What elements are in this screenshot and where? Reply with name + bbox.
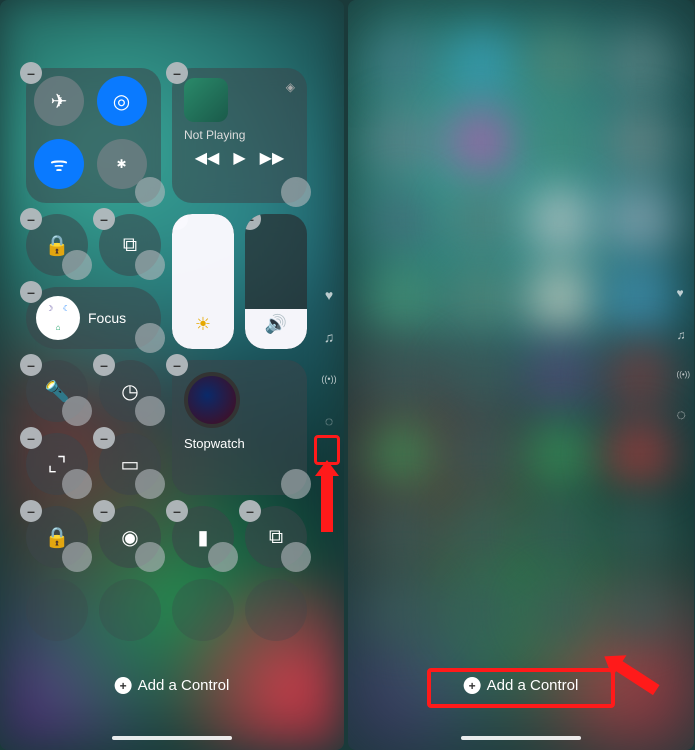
add-control-button[interactable]: + Add a Control (107, 673, 238, 698)
pager-music-icon[interactable]: ♫ (320, 328, 338, 346)
previous-button[interactable]: ◀◀ (195, 148, 220, 168)
remove-badge[interactable]: – (239, 500, 261, 522)
pager-timer-icon[interactable]: ◌ (320, 412, 338, 430)
resize-handle[interactable] (135, 469, 165, 499)
resize-handle[interactable] (281, 177, 311, 207)
now-playing-status: Not Playing (184, 128, 295, 142)
home-indicator[interactable] (112, 736, 232, 740)
resize-handle[interactable] (281, 542, 311, 572)
empty-slot[interactable] (172, 579, 234, 641)
focus-label: Focus (88, 310, 126, 326)
remove-badge[interactable]: – (20, 281, 42, 303)
control-center-grid: – ✈ ◎ ᯤ ✱ – ◈ Not Playing ◀◀ ▶ ▶▶ – 🔒 (26, 68, 318, 641)
remove-badge[interactable]: – (20, 62, 42, 84)
screen-record-control[interactable]: – ◉ (99, 506, 161, 568)
brightness-icon: ☀ (195, 314, 211, 335)
remove-badge[interactable]: – (166, 354, 188, 376)
lock-control[interactable]: – 🔒 (26, 506, 88, 568)
screen-mirroring-icon: ⧉ (123, 234, 137, 257)
pager-timer-icon[interactable]: ◌ (677, 407, 690, 425)
stopwatch-label: Stopwatch (184, 436, 295, 451)
low-power-control[interactable]: – ▭ (99, 433, 161, 495)
resize-handle[interactable] (62, 469, 92, 499)
connectivity-module[interactable]: – ✈ ◎ ᯤ ✱ (26, 68, 161, 203)
page-indicator: ♥ ♫ ((•)) ◌ (320, 286, 338, 430)
remove-badge[interactable]: – (166, 500, 188, 522)
resize-handle[interactable] (62, 542, 92, 572)
resize-handle[interactable] (281, 469, 311, 499)
airplane-mode-toggle[interactable]: ✈ (34, 76, 84, 126)
airdrop-icon: ◎ (113, 89, 130, 114)
album-art-placeholder (184, 78, 228, 122)
next-button[interactable]: ▶▶ (260, 148, 285, 168)
remote-icon: ▮ (197, 525, 208, 550)
remove-badge[interactable]: – (20, 208, 42, 230)
resize-handle[interactable] (135, 323, 165, 353)
brightness-slider[interactable]: – ☀ (172, 214, 234, 349)
timer-icon: ◷ (121, 379, 138, 404)
pager-radio-icon[interactable]: ((•)) (677, 370, 690, 379)
timer-control[interactable]: – ◷ (99, 360, 161, 422)
remove-badge[interactable]: – (20, 500, 42, 522)
rotation-lock-control[interactable]: – 🔒 (26, 214, 88, 276)
media-controls: ◀◀ ▶ ▶▶ (184, 148, 295, 168)
page-indicator: ♥ ♫ ((•)) ◌ (677, 286, 690, 425)
scanner-icon: ⌞⌝ (48, 452, 67, 477)
resize-handle[interactable] (135, 177, 165, 207)
pager-radio-icon[interactable]: ((•)) (320, 370, 338, 388)
airdrop-toggle[interactable]: ◎ (97, 76, 147, 126)
pager-music-icon[interactable]: ♫ (677, 328, 690, 342)
annotation-highlight-add-control (427, 668, 615, 708)
remove-badge[interactable]: – (93, 208, 115, 230)
remove-badge[interactable]: – (93, 427, 115, 449)
resize-handle[interactable] (62, 250, 92, 280)
remove-badge[interactable]: – (93, 500, 115, 522)
focus-control[interactable]: – ☽ ☾ ⌂ Focus (26, 287, 161, 349)
resize-handle[interactable] (208, 542, 238, 572)
focus-icon-cluster: ☽ ☾ ⌂ (36, 296, 80, 340)
mirror-icon: ⧉ (269, 526, 283, 549)
now-playing-module[interactable]: – ◈ Not Playing ◀◀ ▶ ▶▶ (172, 68, 307, 203)
play-button[interactable]: ▶ (233, 148, 245, 168)
resize-handle[interactable] (135, 250, 165, 280)
stopwatch-module[interactable]: – Stopwatch (172, 360, 307, 495)
empty-slot[interactable] (99, 579, 161, 641)
resize-handle[interactable] (135, 542, 165, 572)
bluetooth-icon: ✱ (116, 157, 126, 171)
remove-badge[interactable]: – (166, 62, 188, 84)
airplay-icon[interactable]: ◈ (286, 80, 295, 94)
apple-tv-remote-control[interactable]: – ▮ (172, 506, 234, 568)
wifi-icon: ᯤ (50, 150, 68, 177)
code-scanner-control[interactable]: – ⌞⌝ (26, 433, 88, 495)
add-control-label: Add a Control (138, 677, 230, 694)
home-indicator[interactable] (461, 736, 581, 740)
plus-icon: + (115, 677, 132, 694)
remove-badge[interactable]: – (245, 214, 261, 230)
volume-icon: 🔊 (265, 314, 287, 335)
empty-slot[interactable] (26, 579, 88, 641)
battery-icon: ▭ (121, 452, 140, 477)
remove-badge[interactable]: – (20, 354, 42, 376)
record-icon: ◉ (121, 525, 138, 550)
wifi-toggle[interactable]: ᯤ (34, 139, 84, 189)
screenshot-left: – ✈ ◎ ᯤ ✱ – ◈ Not Playing ◀◀ ▶ ▶▶ – 🔒 (0, 0, 344, 750)
stopwatch-face-icon (184, 372, 240, 428)
screenshot-right: ♥ ♫ ((•)) ◌ + Add a Control (348, 0, 694, 750)
remove-badge[interactable]: – (93, 354, 115, 376)
remove-badge[interactable]: – (20, 427, 42, 449)
empty-slot[interactable] (245, 579, 307, 641)
screen-mirroring-control[interactable]: – ⧉ (99, 214, 161, 276)
resize-handle[interactable] (135, 396, 165, 426)
resize-handle[interactable] (62, 396, 92, 426)
airplane-icon: ✈ (51, 89, 68, 114)
flashlight-control[interactable]: – 🔦 (26, 360, 88, 422)
blurred-controls (368, 30, 674, 630)
volume-slider[interactable]: – 🔊 (245, 214, 307, 349)
pager-heart-icon[interactable]: ♥ (677, 286, 690, 300)
mirror-control[interactable]: – ⧉ (245, 506, 307, 568)
annotation-arrow (321, 472, 333, 532)
pager-heart-icon[interactable]: ♥ (320, 286, 338, 304)
